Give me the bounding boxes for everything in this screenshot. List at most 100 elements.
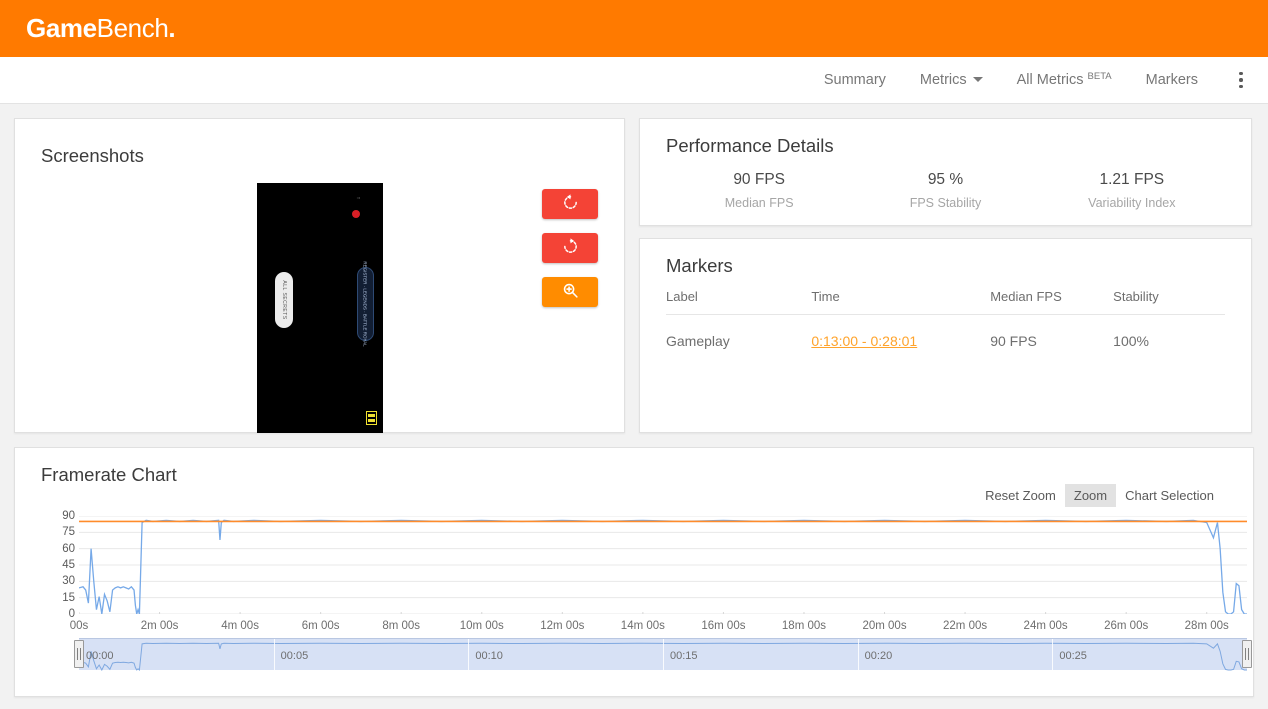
marker-time-link[interactable]: 0:13:00 - 0:28:01 <box>811 333 917 349</box>
blue-pill-label: REGISTER · LEGENDS · BATTLE ROYAL <box>363 261 368 346</box>
table-row: Gameplay 0:13:00 - 0:28:01 90 FPS 100% <box>666 315 1225 350</box>
chart-area: 0153045607590 00s2m 00s4m 00s6m 00s8m 00… <box>41 516 1247 694</box>
x-tick-label: 28m 00s <box>1185 620 1229 632</box>
nav-item-summary[interactable]: Summary <box>824 72 886 88</box>
markers-card: Markers Label Time Median FPS Stability … <box>639 238 1252 433</box>
performance-details-card: Performance Details 90 FPS Median FPS 95… <box>639 118 1252 226</box>
nav-item-all-metrics[interactable]: All Metrics BETA <box>1017 72 1112 88</box>
x-tick-label: 16m 00s <box>701 620 745 632</box>
main-navbar: Summary Metrics All Metrics BETA Markers <box>0 57 1268 104</box>
white-pill-button: ALL SECRETS <box>275 272 293 328</box>
yellow-indicator-icon <box>366 411 377 425</box>
chart-x-axis: 00s2m 00s4m 00s6m 00s8m 00s10m 00s12m 00… <box>79 616 1247 634</box>
nav-label-metrics: Metrics <box>920 72 967 88</box>
y-tick-label: 75 <box>62 526 75 538</box>
nav-item-markers[interactable]: Markers <box>1146 72 1198 88</box>
navigator-handle-left[interactable] <box>74 640 84 668</box>
nav-label-markers: Markers <box>1146 72 1198 88</box>
chart-navigator[interactable]: 00:00 00:05 00:10 00:15 00:20 00:25 <box>79 638 1247 670</box>
stat-variability-index-label: Variability Index <box>1039 196 1225 210</box>
navigator-tick-label: 00:10 <box>475 650 503 662</box>
y-tick-label: 45 <box>62 559 75 571</box>
rotate-left-button[interactable] <box>542 189 598 219</box>
framerate-chart-title: Framerate Chart <box>41 464 1227 486</box>
markers-col-time: Time <box>811 285 990 315</box>
app-header: GameBench. <box>0 0 1268 57</box>
white-pill-label: ALL SECRETS <box>281 280 287 319</box>
stat-median-fps: 90 FPS Median FPS <box>666 171 852 210</box>
chart-controls: Reset Zoom Zoom Chart Selection <box>976 484 1223 507</box>
navigator-tick-label: 00:05 <box>281 650 309 662</box>
gamebench-logo[interactable]: GameBench. <box>26 13 175 44</box>
kebab-menu-icon[interactable] <box>1232 72 1250 89</box>
x-tick-label: 24m 00s <box>1024 620 1068 632</box>
chart-selection-button[interactable]: Chart Selection <box>1116 484 1223 507</box>
logo-text-bench: Bench <box>97 13 169 43</box>
screenshot-actions <box>542 189 598 307</box>
stat-median-fps-label: Median FPS <box>666 196 852 210</box>
logo-text-game: Game <box>26 13 97 43</box>
markers-header-row: Label Time Median FPS Stability <box>666 285 1225 315</box>
navigator-gridline <box>663 639 664 670</box>
zoom-in-icon <box>562 282 579 302</box>
stat-fps-stability-label: FPS Stability <box>852 196 1038 210</box>
framerate-chart-card: Framerate Chart Reset Zoom Zoom Chart Se… <box>14 447 1254 697</box>
navigator-tick-label: 00:00 <box>86 650 114 662</box>
x-tick-label: 10m 00s <box>460 620 504 632</box>
x-tick-label: 22m 00s <box>943 620 987 632</box>
performance-details-title: Performance Details <box>666 135 1225 157</box>
x-tick-label: 18m 00s <box>782 620 826 632</box>
screenshots-title: Screenshots <box>41 145 598 167</box>
blue-pill-banner: REGISTER · LEGENDS · BATTLE ROYAL <box>357 267 374 341</box>
markers-col-median-fps: Median FPS <box>990 285 1113 315</box>
navigator-tick-label: 00:15 <box>670 650 698 662</box>
navigator-gridline <box>468 639 469 670</box>
navigator-gridline <box>1052 639 1053 670</box>
nav-label-summary: Summary <box>824 72 886 88</box>
stat-fps-stability-value: 95 % <box>852 171 1038 189</box>
marker-stability: 100% <box>1113 315 1225 350</box>
x-tick-label: 2m 00s <box>141 620 179 632</box>
markers-title: Markers <box>666 255 1225 277</box>
stat-fps-stability: 95 % FPS Stability <box>852 171 1038 210</box>
stat-variability-index: 1.21 FPS Variability Index <box>1039 171 1225 210</box>
screenshot-preview-image[interactable]: ⦙⦙ ALL SECRETS REGISTER · LEGENDS · BATT… <box>257 183 383 433</box>
logo-dot: . <box>168 13 175 43</box>
y-tick-label: 90 <box>62 510 75 522</box>
x-tick-label: 26m 00s <box>1104 620 1148 632</box>
x-tick-label: 12m 00s <box>540 620 584 632</box>
status-ticks-icon: ⦙⦙ <box>349 197 361 207</box>
x-tick-label: 6m 00s <box>302 620 340 632</box>
markers-col-label: Label <box>666 285 811 315</box>
navigator-gridline <box>274 639 275 670</box>
rotate-right-button[interactable] <box>542 233 598 263</box>
x-tick-label: 00s <box>70 620 89 632</box>
markers-table: Label Time Median FPS Stability Gameplay… <box>666 285 1225 349</box>
performance-stats: 90 FPS Median FPS 95 % FPS Stability 1.2… <box>666 171 1225 210</box>
reset-zoom-button[interactable]: Reset Zoom <box>976 484 1065 507</box>
right-column: Performance Details 90 FPS Median FPS 95… <box>639 118 1252 433</box>
nav-item-metrics[interactable]: Metrics <box>920 72 983 88</box>
navigator-handle-right[interactable] <box>1242 640 1252 668</box>
page-content: Screenshots ⦙⦙ ALL SECRETS REGISTER · LE… <box>0 104 1268 697</box>
nav-label-all-metrics: All Metrics <box>1017 72 1084 88</box>
navigator-tick-label: 00:20 <box>865 650 893 662</box>
x-tick-label: 14m 00s <box>621 620 665 632</box>
marker-label: Gameplay <box>666 315 811 350</box>
screenshots-card: Screenshots ⦙⦙ ALL SECRETS REGISTER · LE… <box>14 118 625 433</box>
x-tick-label: 8m 00s <box>382 620 420 632</box>
y-tick-label: 0 <box>69 608 75 620</box>
chart-y-axis: 0153045607590 <box>41 516 75 614</box>
chart-plot[interactable] <box>79 516 1247 614</box>
x-tick-label: 4m 00s <box>221 620 259 632</box>
rotate-right-icon <box>562 238 579 258</box>
navigator-tick-label: 00:25 <box>1059 650 1087 662</box>
zoom-button[interactable]: Zoom <box>1065 484 1116 507</box>
y-tick-label: 30 <box>62 575 75 587</box>
marker-median-fps: 90 FPS <box>990 315 1113 350</box>
chevron-down-icon <box>973 77 983 82</box>
red-badge-icon <box>352 210 360 218</box>
screenshots-body: ⦙⦙ ALL SECRETS REGISTER · LEGENDS · BATT… <box>41 183 598 433</box>
zoom-in-button[interactable] <box>542 277 598 307</box>
markers-col-stability: Stability <box>1113 285 1225 315</box>
